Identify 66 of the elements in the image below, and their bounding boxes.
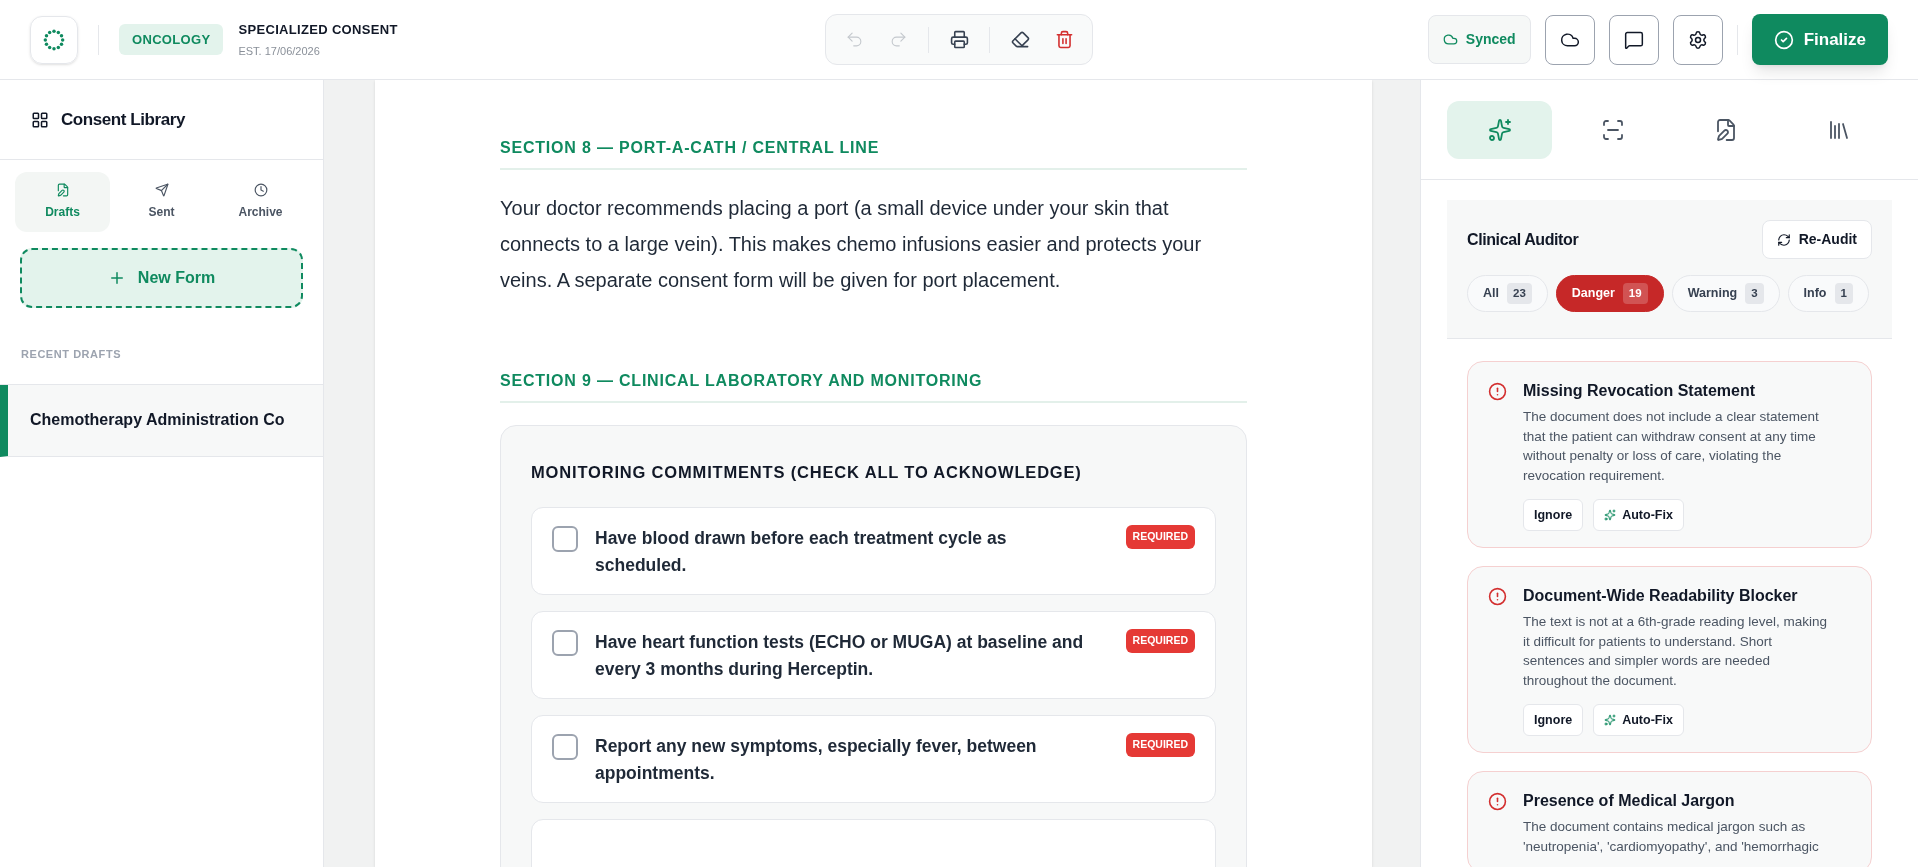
filter-chip[interactable]: All 23 [1467, 275, 1548, 312]
checklist-item-text: Report any new symptoms, especially fever, between appointments. [595, 734, 1038, 785]
sync-status: Synced [1427, 15, 1531, 64]
grid-icon [31, 110, 49, 129]
required-badge: REQUIRED [1125, 732, 1195, 757]
sidebar-tab[interactable]: Drafts [15, 172, 110, 232]
auto-fix-button[interactable]: Auto-Fix [1593, 704, 1684, 736]
filter-count: 19 [1622, 282, 1648, 305]
form-title: SPECIALIZED CONSENT [238, 21, 398, 39]
settings-button[interactable] [1672, 14, 1723, 65]
clock-icon [253, 183, 268, 197]
issue-description: The text is not at a 6th-grade reading level, making it difficult for patients to understand. Short sentences and simpler words are needed throughout the document. [1523, 613, 1827, 690]
cloud-icon [1442, 32, 1458, 47]
issue-description: The document contains medical jargon such as 'neutropenia', 'cardiomyopathy', and 'hemorrhagic [1523, 818, 1820, 856]
re-audit-button[interactable]: Re-Audit [1761, 220, 1872, 259]
sparkles-icon [1604, 509, 1617, 521]
sparkles-icon [1487, 117, 1512, 142]
checklist-item-text: Have blood drawn before each treatment cycle as scheduled. [595, 526, 1008, 577]
file-edit-icon [55, 183, 70, 197]
checkbox[interactable] [552, 525, 578, 552]
comment-icon [1623, 29, 1644, 50]
filter-count: 3 [1745, 282, 1764, 305]
sparkles-icon [1604, 714, 1617, 726]
auto-fix-button[interactable]: Auto-Fix [1593, 499, 1684, 531]
sidebar-title: Consent Library [61, 108, 185, 131]
settings-icon [1687, 29, 1708, 50]
required-badge: REQUIRED [1125, 524, 1195, 549]
alert-icon [1488, 382, 1507, 401]
sidebar-tab[interactable]: Sent [114, 172, 209, 232]
logo-tile[interactable] [30, 15, 78, 64]
section-heading: SECTION 9 — CLINICAL LABORATORY AND MONITORING [500, 369, 1247, 403]
established-date: EST. 17/06/2026 [238, 43, 321, 59]
cloud-button[interactable] [1544, 14, 1595, 65]
ignore-button[interactable]: Ignore [1523, 704, 1584, 736]
ignore-button[interactable]: Ignore [1523, 499, 1584, 531]
draft-item[interactable]: Chemotherapy Administration Co [0, 384, 323, 457]
auditor-title: Clinical Auditor [1467, 229, 1579, 250]
department-badge: ONCOLOGY [119, 23, 224, 56]
alert-icon [1488, 587, 1507, 606]
comment-button[interactable] [1608, 14, 1659, 65]
recent-drafts-label: RECENT DRAFTS [20, 347, 123, 362]
check-circle-icon [1773, 29, 1794, 50]
filter-count: 1 [1834, 282, 1853, 305]
finalize-button[interactable]: Finalize [1751, 14, 1888, 65]
section-paragraph: Your doctor recommends placing a port (a small device under your skin that connects to a large vein). This makes chemo infusions easier and protects your veins. A separate consent form will be given for port placement. [500, 196, 1203, 293]
checkbox[interactable] [552, 733, 578, 760]
checkbox[interactable] [552, 629, 578, 656]
issue-title: Document-Wide Readability Blocker [1523, 586, 1799, 606]
scan-icon [1600, 117, 1625, 142]
filter-chip[interactable]: Warning 3 [1671, 275, 1780, 312]
filter-count: 23 [1507, 282, 1532, 305]
send-icon [154, 183, 169, 197]
filter-chip[interactable]: Info 1 [1787, 275, 1869, 312]
filter-chip[interactable]: Danger 19 [1555, 275, 1664, 312]
issue-title: Missing Revocation Statement [1523, 381, 1757, 401]
section-heading: SECTION 8 — PORT-A-CATH / CENTRAL LINE [500, 136, 1247, 170]
alert-icon [1488, 792, 1507, 811]
panel-tab[interactable] [1447, 100, 1553, 159]
issue-description: The document does not include a clear statement that the patient can withdraw consent at any time without penalty or loss of care, violating the revocation requirement. [1523, 408, 1820, 485]
new-form-button[interactable]: New Form [20, 248, 303, 308]
issue-title: Presence of Medical Jargon [1523, 791, 1736, 811]
refresh-icon [1776, 232, 1791, 247]
required-badge: REQUIRED [1125, 628, 1195, 653]
sidebar-tab[interactable]: Archive [213, 172, 308, 232]
checklist-title: MONITORING COMMITMENTS (CHECK ALL TO ACKNOWLEDGE) [531, 462, 1083, 483]
checklist-item-text: Have heart function tests (ECHO or MUGA) at baseline and every 3 months during Herceptin. [595, 630, 1085, 681]
